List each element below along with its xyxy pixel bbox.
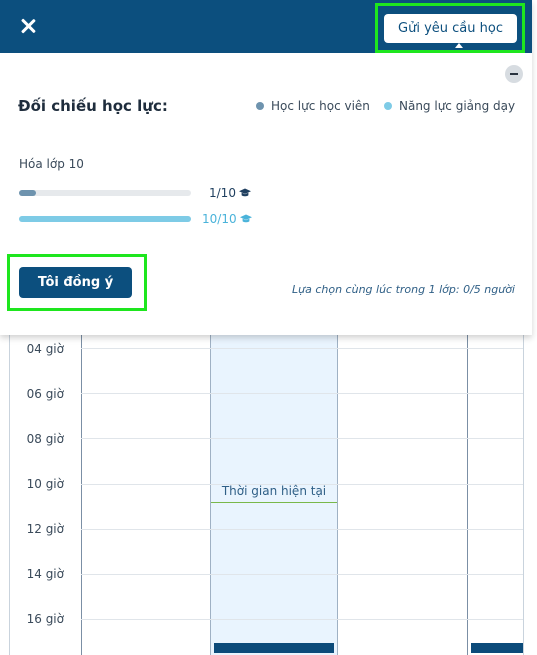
agree-button[interactable]: Tôi đồng ý <box>19 267 132 298</box>
student-level-text: 1/10 <box>209 186 236 200</box>
hour-label: 06 giờ <box>26 387 64 401</box>
current-time-label: Thời gian hiện tại <box>221 484 327 498</box>
student-level-value: 1/10 <box>209 186 251 200</box>
hour-gridline <box>81 529 523 530</box>
calendar-border-left <box>9 330 10 655</box>
hour-label: 04 giờ <box>26 342 64 356</box>
day-column-divider <box>81 330 82 655</box>
teaching-level-bar <box>19 216 191 222</box>
hour-label: 12 giờ <box>26 522 64 536</box>
hour-label: 14 giờ <box>26 567 64 581</box>
academic-comparison-panel: Gửi yêu cầu học Đối chiếu học lực: Học l… <box>0 0 532 335</box>
legend-label: Học lực học viên <box>271 99 370 113</box>
subject-label: Hóa lớp 10 <box>19 157 84 171</box>
legend-item-teaching: Năng lực giảng dạy <box>384 99 515 113</box>
day-column-divider <box>467 330 468 655</box>
hour-gridline <box>81 438 523 439</box>
teaching-level-text: 10/10 <box>202 212 237 226</box>
teaching-level-value: 10/10 <box>202 212 252 226</box>
calendar-event[interactable] <box>214 643 334 653</box>
graduation-cap-icon <box>238 188 251 197</box>
highlight-frame: Tôi đồng ý <box>7 254 147 311</box>
send-study-request-button[interactable]: Gửi yêu cầu học <box>384 14 517 43</box>
calendar-border-right <box>523 330 524 655</box>
hour-gridline <box>81 348 523 349</box>
close-icon[interactable] <box>16 14 40 38</box>
collapse-icon[interactable] <box>505 65 523 83</box>
legend-dot-icon <box>256 102 264 110</box>
panel-title: Đối chiếu học lực: <box>18 97 168 115</box>
student-level-bar <box>19 190 191 196</box>
hour-gridline <box>81 393 523 394</box>
hour-gridline <box>81 574 523 575</box>
legend-dot-icon <box>384 102 392 110</box>
selection-note: Lựa chọn cùng lúc trong 1 lớp: 0/5 người <box>292 283 515 296</box>
hour-label: 10 giờ <box>26 477 64 491</box>
student-level-fill <box>19 190 37 196</box>
calendar-event[interactable] <box>471 643 523 653</box>
current-time-indicator <box>211 502 337 503</box>
hour-label: 16 giờ <box>26 612 64 626</box>
hour-gridline <box>81 619 523 620</box>
caret-up-icon <box>455 43 463 48</box>
panel-header: Gửi yêu cầu học <box>0 0 532 53</box>
legend-item-student: Học lực học viên <box>256 99 370 113</box>
hour-label: 08 giờ <box>26 432 64 446</box>
teaching-level-fill <box>19 216 191 222</box>
legend-label: Năng lực giảng dạy <box>399 99 516 113</box>
graduation-cap-icon <box>239 214 252 223</box>
highlight-frame: Gửi yêu cầu học <box>375 3 525 53</box>
